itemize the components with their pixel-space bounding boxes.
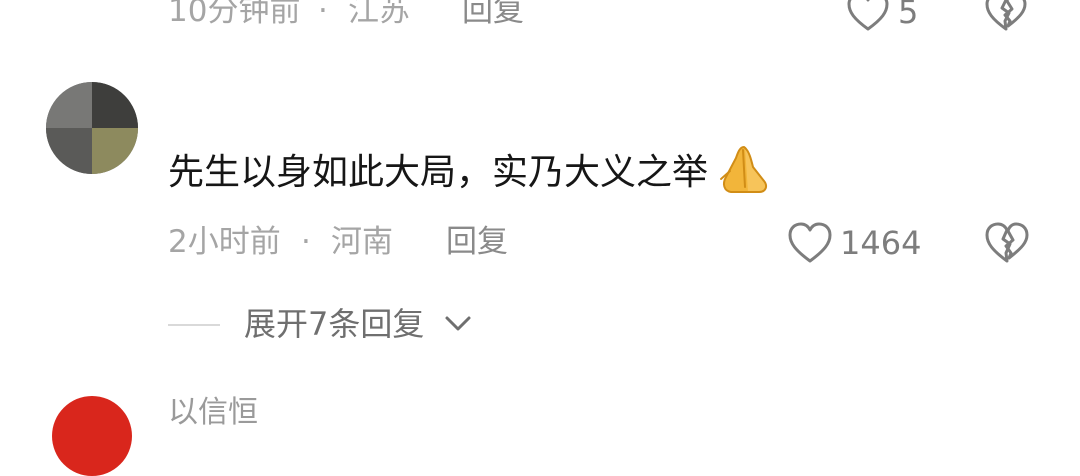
username[interactable]: 以信恒	[168, 398, 258, 428]
avatar[interactable]	[52, 396, 132, 476]
divider-line	[168, 324, 220, 326]
like-count: 1464	[840, 224, 922, 262]
meta-separator: ·	[301, 224, 311, 260]
meta-separator: ·	[318, 0, 328, 29]
like-heart-icon[interactable]	[787, 222, 833, 264]
dislike-broken-heart-icon[interactable]	[984, 222, 1030, 264]
comment-text: 先生以身如此大局，实乃大义之举	[168, 152, 709, 193]
comment-time: 10分钟前	[168, 0, 301, 29]
comment-location: 河南	[331, 224, 393, 260]
reply-button[interactable]: 回复	[446, 227, 508, 258]
like-heart-icon[interactable]	[846, 0, 890, 32]
praying-hands-emoji-icon	[714, 143, 772, 195]
avatar[interactable]	[46, 82, 138, 174]
comment-time: 2小时前	[168, 224, 281, 260]
comment-body: 先生以身如此大局，实乃大义之举	[168, 145, 772, 195]
dislike-broken-heart-icon[interactable]	[984, 0, 1028, 32]
reply-button[interactable]: 回复	[462, 0, 524, 27]
chevron-down-icon[interactable]	[444, 314, 472, 334]
expand-replies-button[interactable]: 展开7条回复	[244, 308, 424, 340]
like-count: 5	[898, 0, 919, 31]
comment-location: 江苏	[348, 0, 410, 29]
